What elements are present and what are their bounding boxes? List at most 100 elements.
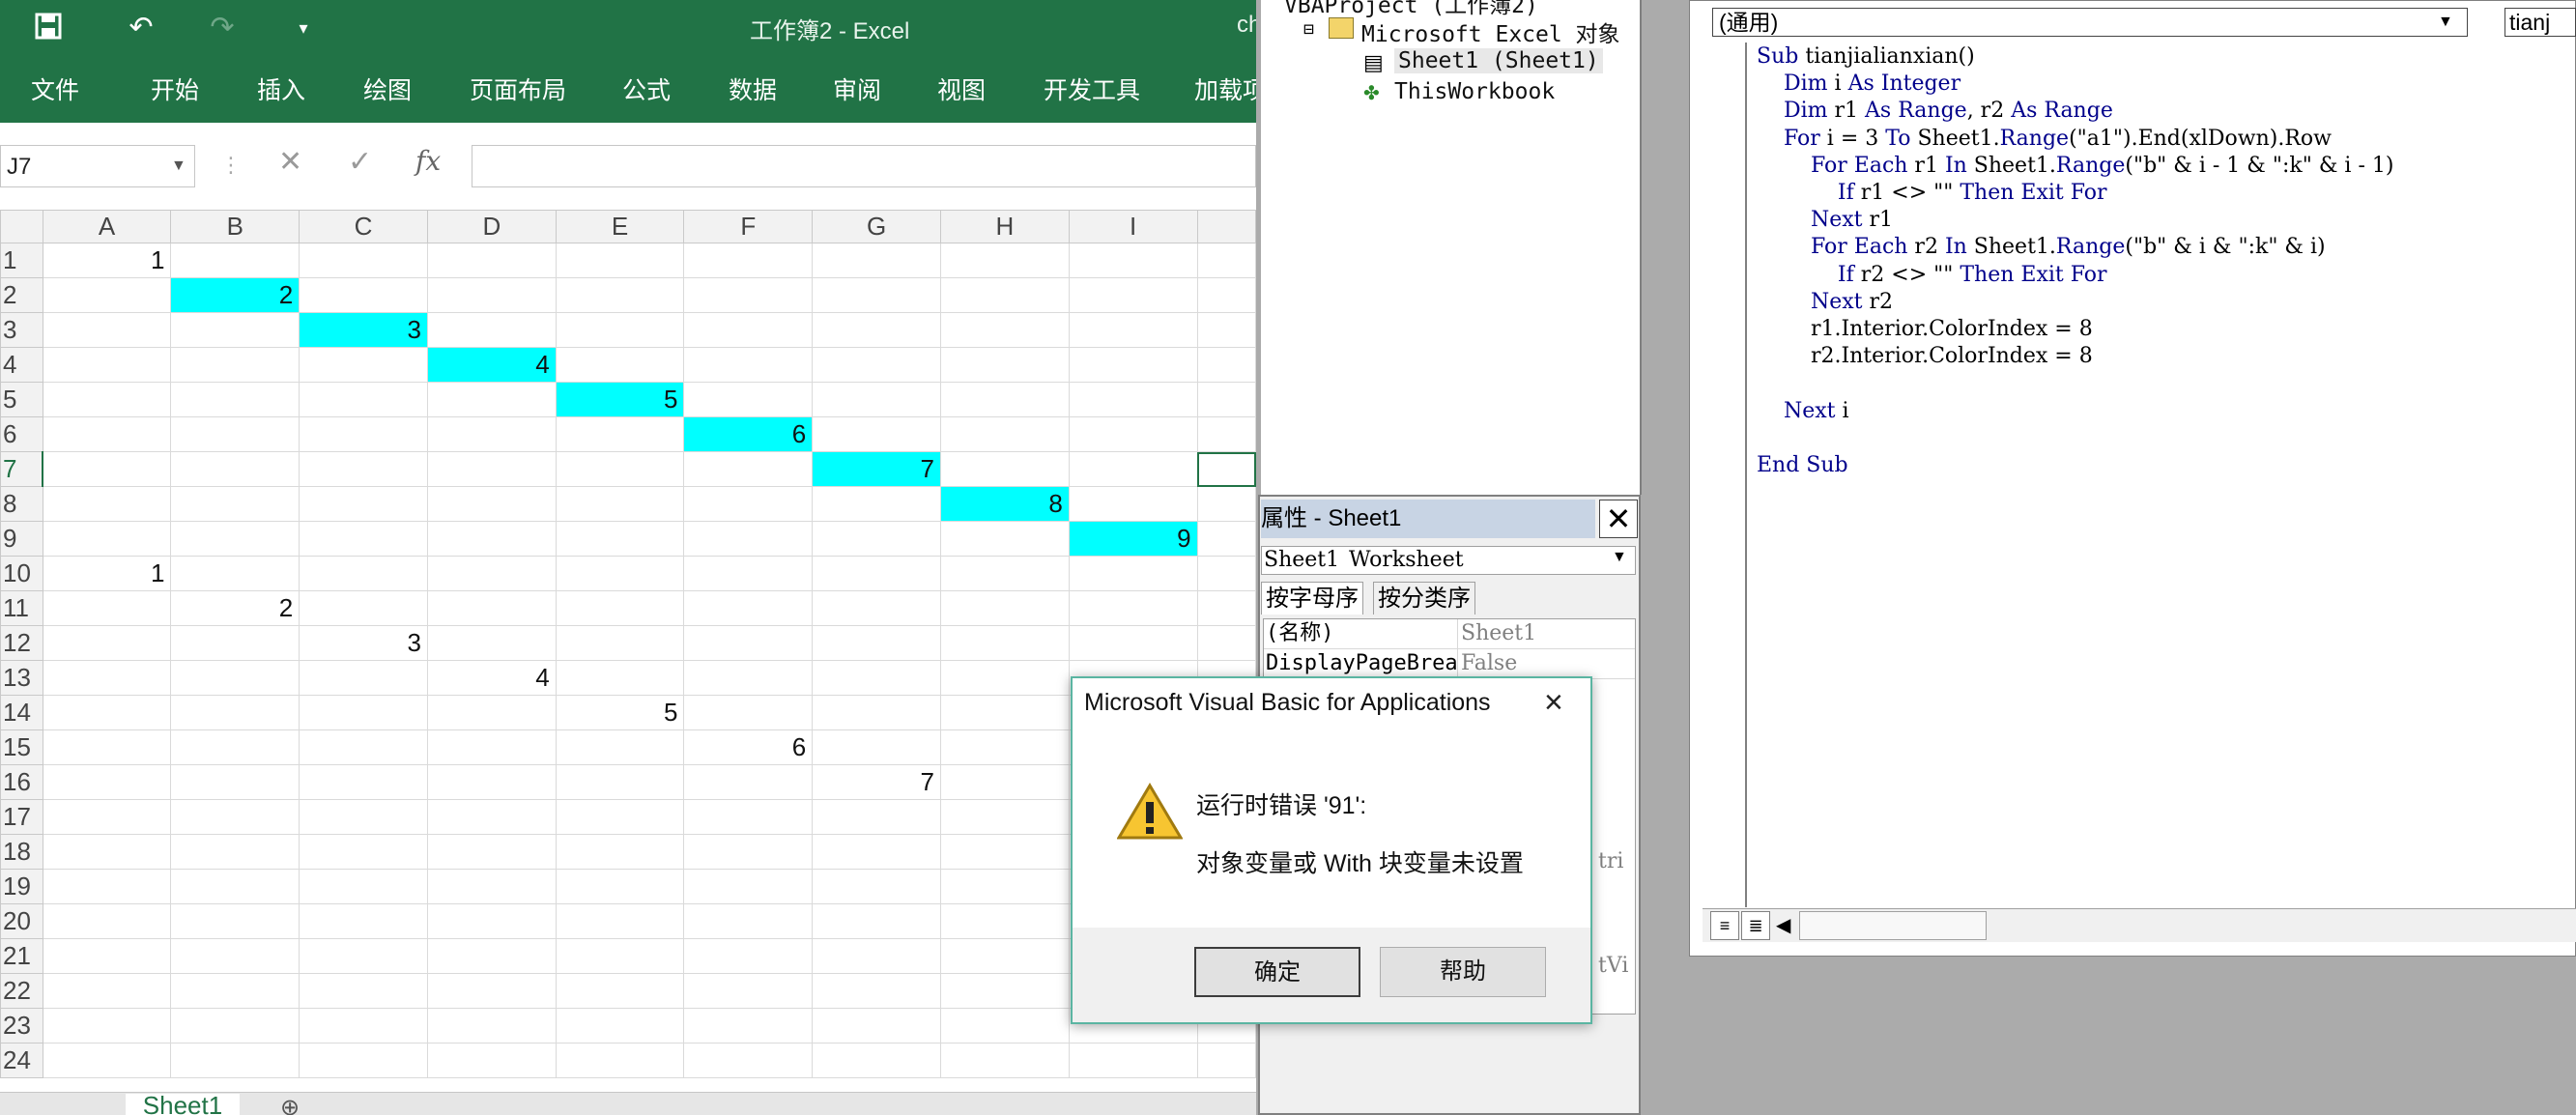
- cell[interactable]: 5: [555, 695, 685, 730]
- cell[interactable]: [42, 521, 172, 557]
- cell[interactable]: [940, 277, 1070, 313]
- cell[interactable]: [812, 521, 942, 557]
- cell[interactable]: [683, 869, 814, 904]
- cell[interactable]: [426, 1008, 557, 1044]
- sheet-tab[interactable]: Sheet1: [126, 1093, 240, 1115]
- cell[interactable]: [426, 590, 557, 626]
- cell[interactable]: [426, 729, 557, 765]
- row-header[interactable]: 13: [0, 660, 43, 696]
- cell[interactable]: [812, 938, 942, 974]
- row-header[interactable]: 2: [0, 277, 43, 313]
- property-row[interactable]: DisplayPageBrea False: [1264, 649, 1635, 679]
- cell[interactable]: [683, 347, 814, 383]
- cell[interactable]: [42, 486, 172, 522]
- close-icon[interactable]: ×: [1544, 684, 1563, 722]
- cell[interactable]: [426, 695, 557, 730]
- cell[interactable]: [683, 556, 814, 591]
- cell[interactable]: [812, 312, 942, 348]
- code-line[interactable]: If r2 <> "" Then Exit For: [1757, 263, 2107, 287]
- cell[interactable]: 4: [426, 347, 557, 383]
- cell[interactable]: [683, 277, 814, 313]
- row-header[interactable]: 19: [0, 869, 43, 904]
- property-value[interactable]: Sheet1: [1461, 619, 1633, 648]
- tab-addins[interactable]: 加载项: [1194, 71, 1256, 106]
- cell[interactable]: [555, 938, 685, 974]
- cell[interactable]: 7: [812, 451, 942, 487]
- cell[interactable]: [299, 799, 428, 835]
- cell[interactable]: [812, 1008, 942, 1044]
- cell[interactable]: [299, 903, 428, 939]
- cell[interactable]: [1068, 1043, 1198, 1078]
- chevron-down-icon[interactable]: ▼: [2438, 9, 2453, 36]
- cell[interactable]: [555, 243, 685, 278]
- cell[interactable]: 1: [42, 556, 172, 591]
- cell[interactable]: [299, 451, 428, 487]
- cell[interactable]: [812, 869, 942, 904]
- cell[interactable]: [555, 486, 685, 522]
- cell[interactable]: [426, 556, 557, 591]
- cell[interactable]: [1068, 486, 1198, 522]
- cell[interactable]: [683, 695, 814, 730]
- cell[interactable]: 4: [426, 660, 557, 696]
- row-header[interactable]: 6: [0, 416, 43, 452]
- column-header-partial[interactable]: [1196, 210, 1256, 243]
- cell[interactable]: [170, 834, 301, 870]
- cell[interactable]: 9: [1068, 521, 1198, 557]
- column-header[interactable]: F: [683, 210, 814, 243]
- tab-alphabetic[interactable]: 按字母序: [1261, 582, 1363, 615]
- cell[interactable]: [42, 660, 172, 696]
- cell[interactable]: [42, 834, 172, 870]
- cell[interactable]: [299, 1008, 428, 1044]
- column-header[interactable]: C: [299, 210, 428, 243]
- cell[interactable]: [42, 1043, 172, 1078]
- tab-categorized[interactable]: 按分类序: [1373, 582, 1475, 615]
- cell[interactable]: [170, 764, 301, 800]
- cell[interactable]: [940, 312, 1070, 348]
- cell[interactable]: [1068, 347, 1198, 383]
- cell[interactable]: 7: [812, 764, 942, 800]
- cell[interactable]: [299, 869, 428, 904]
- cell[interactable]: [42, 625, 172, 661]
- column-header[interactable]: D: [426, 210, 557, 243]
- code-line[interactable]: End Sub: [1757, 453, 1848, 477]
- cell[interactable]: [426, 382, 557, 417]
- cell[interactable]: [1068, 277, 1198, 313]
- row-header[interactable]: 15: [0, 729, 43, 765]
- cell[interactable]: [42, 903, 172, 939]
- cell[interactable]: [940, 729, 1070, 765]
- cell[interactable]: [1196, 486, 1256, 522]
- code-line[interactable]: Next i: [1757, 399, 1849, 423]
- save-icon[interactable]: [29, 12, 68, 44]
- cell[interactable]: [683, 764, 814, 800]
- cell[interactable]: [42, 382, 172, 417]
- cell[interactable]: [940, 416, 1070, 452]
- cell[interactable]: 6: [683, 416, 814, 452]
- cell[interactable]: [940, 1008, 1070, 1044]
- cell[interactable]: [299, 729, 428, 765]
- cell[interactable]: [1196, 556, 1256, 591]
- property-value[interactable]: False: [1461, 649, 1633, 678]
- cell[interactable]: [426, 243, 557, 278]
- code-line[interactable]: Dim i As Integer: [1757, 71, 1961, 96]
- chevron-down-icon[interactable]: ▼: [1612, 549, 1627, 566]
- tab-home[interactable]: 开始: [151, 71, 199, 106]
- cell[interactable]: [1196, 451, 1256, 487]
- cell[interactable]: [1068, 243, 1198, 278]
- undo-icon[interactable]: ↶: [122, 12, 160, 44]
- cell[interactable]: 1: [42, 243, 172, 278]
- cell[interactable]: [426, 764, 557, 800]
- cell[interactable]: [42, 312, 172, 348]
- row-header[interactable]: 17: [0, 799, 43, 835]
- cell[interactable]: [426, 973, 557, 1009]
- cell[interactable]: [299, 277, 428, 313]
- cell[interactable]: [170, 312, 301, 348]
- cell[interactable]: [299, 938, 428, 974]
- cell[interactable]: [683, 312, 814, 348]
- cell[interactable]: [555, 590, 685, 626]
- cell[interactable]: [426, 903, 557, 939]
- cell[interactable]: [1196, 277, 1256, 313]
- cell[interactable]: [42, 938, 172, 974]
- row-header[interactable]: 12: [0, 625, 43, 661]
- cell[interactable]: [940, 869, 1070, 904]
- cell[interactable]: [1196, 1043, 1256, 1078]
